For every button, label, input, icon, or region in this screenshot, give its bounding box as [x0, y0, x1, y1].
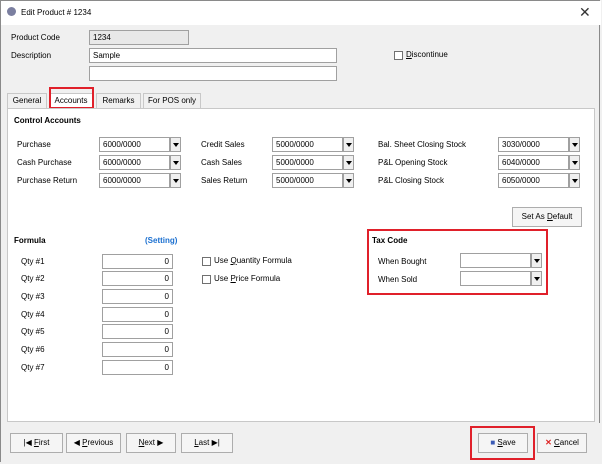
- when-bought-dropdown-button[interactable]: [531, 253, 542, 268]
- tax-code-title: Tax Code: [372, 236, 408, 245]
- credit-sales-label: Credit Sales: [201, 140, 245, 149]
- qty5-label: Qty #5: [21, 327, 45, 336]
- pl-closing-stock-field[interactable]: 6050/0000: [498, 173, 569, 188]
- app-icon: [7, 7, 16, 16]
- description-line2-field[interactable]: [89, 66, 337, 81]
- control-accounts-title: Control Accounts: [14, 116, 81, 125]
- product-code-field[interactable]: 1234: [89, 30, 189, 45]
- cash-purchase-label: Cash Purchase: [17, 158, 72, 167]
- pl-opening-stock-field[interactable]: 6040/0000: [498, 155, 569, 170]
- cancel-button[interactable]: ✕ Cancel: [537, 433, 587, 453]
- setting-link[interactable]: (Setting): [145, 236, 177, 245]
- qty6-label: Qty #6: [21, 345, 45, 354]
- purchase-return-label: Purchase Return: [17, 176, 78, 185]
- when-sold-field[interactable]: [460, 271, 531, 286]
- formula-title: Formula: [14, 236, 46, 245]
- cash-sales-dropdown-button[interactable]: [343, 155, 354, 170]
- pl-opening-stock-dropdown-button[interactable]: [569, 155, 580, 170]
- next-icon: ▶: [157, 438, 164, 447]
- credit-sales-dropdown-button[interactable]: [343, 137, 354, 152]
- qty7-label: Qty #7: [21, 363, 45, 372]
- save-button[interactable]: ■ Save: [478, 433, 528, 453]
- window-title: Edit Product # 1234: [21, 8, 92, 17]
- qty1-field[interactable]: 0: [102, 254, 173, 269]
- tab-for-pos-only[interactable]: For POS only: [143, 93, 201, 108]
- discontinue-label-rest: iscontinue: [411, 50, 448, 59]
- qty4-label: Qty #4: [21, 310, 45, 319]
- first-icon: |◀: [23, 438, 34, 447]
- bal-sheet-closing-stock-label: Bal. Sheet Closing Stock: [378, 140, 467, 149]
- tab-general[interactable]: General: [7, 93, 47, 108]
- qty4-field[interactable]: 0: [102, 307, 173, 322]
- pl-closing-stock-dropdown-button[interactable]: [569, 173, 580, 188]
- purchase-label: Purchase: [17, 140, 51, 149]
- accounts-tab-highlight: [49, 87, 94, 109]
- when-sold-label: When Sold: [378, 275, 418, 284]
- description-label: Description: [11, 51, 52, 60]
- close-icon[interactable]: ✕: [579, 4, 591, 21]
- use-quantity-formula-checkbox[interactable]: [202, 257, 211, 266]
- sales-return-account-field[interactable]: 5000/0000: [272, 173, 343, 188]
- cancel-icon: ✕: [545, 438, 555, 447]
- qty7-field[interactable]: 0: [102, 360, 173, 375]
- qty3-field[interactable]: 0: [102, 289, 173, 304]
- edit-product-window: Edit Product # 1234 ✕ Product Code 1234 …: [0, 0, 601, 463]
- sales-return-dropdown-button[interactable]: [343, 173, 354, 188]
- qty3-label: Qty #3: [21, 292, 45, 301]
- sales-return-label: Sales Return: [201, 176, 248, 185]
- title-bar: Edit Product # 1234 ✕: [1, 1, 601, 25]
- cash-sales-account-field[interactable]: 5000/0000: [272, 155, 343, 170]
- when-bought-field[interactable]: [460, 253, 531, 268]
- when-bought-label: When Bought: [378, 257, 427, 266]
- next-button[interactable]: Next ▶: [126, 433, 176, 453]
- previous-button[interactable]: ◀ Previous: [66, 433, 121, 453]
- previous-icon: ◀: [73, 438, 83, 447]
- when-sold-dropdown-button[interactable]: [531, 271, 542, 286]
- qty1-label: Qty #1: [21, 257, 45, 266]
- bal-sheet-closing-stock-dropdown-button[interactable]: [569, 137, 580, 152]
- purchase-dropdown-button[interactable]: [170, 137, 181, 152]
- pl-closing-stock-label: P&L Closing Stock: [378, 176, 444, 185]
- first-button[interactable]: |◀ First: [10, 433, 63, 453]
- pl-opening-stock-label: P&L Opening Stock: [378, 158, 448, 167]
- purchase-return-dropdown-button[interactable]: [170, 173, 181, 188]
- cash-purchase-dropdown-button[interactable]: [170, 155, 181, 170]
- purchase-account-field[interactable]: 6000/0000: [99, 137, 170, 152]
- use-price-formula-label: Use Price Formula: [214, 274, 281, 283]
- discontinue-checkbox[interactable]: [394, 51, 403, 60]
- use-quantity-formula-label: Use Quantity Formula: [214, 256, 292, 265]
- tab-remarks[interactable]: Remarks: [96, 93, 141, 108]
- qty2-label: Qty #2: [21, 274, 45, 283]
- use-price-formula-checkbox[interactable]: [202, 275, 211, 284]
- set-as-default-button[interactable]: Set As Default: [512, 207, 582, 227]
- cash-purchase-account-field[interactable]: 6000/0000: [99, 155, 170, 170]
- cash-sales-label: Cash Sales: [201, 158, 242, 167]
- qty2-field[interactable]: 0: [102, 271, 173, 286]
- discontinue-label: Discontinue: [406, 50, 448, 59]
- qty5-field[interactable]: 0: [102, 324, 173, 339]
- credit-sales-account-field[interactable]: 5000/0000: [272, 137, 343, 152]
- bal-sheet-closing-stock-field[interactable]: 3030/0000: [498, 137, 569, 152]
- qty6-field[interactable]: 0: [102, 342, 173, 357]
- description-field[interactable]: Sample: [89, 48, 337, 63]
- purchase-return-account-field[interactable]: 6000/0000: [99, 173, 170, 188]
- last-button[interactable]: Last ▶|: [181, 433, 233, 453]
- product-code-label: Product Code: [11, 33, 60, 42]
- last-icon: ▶|: [211, 438, 220, 447]
